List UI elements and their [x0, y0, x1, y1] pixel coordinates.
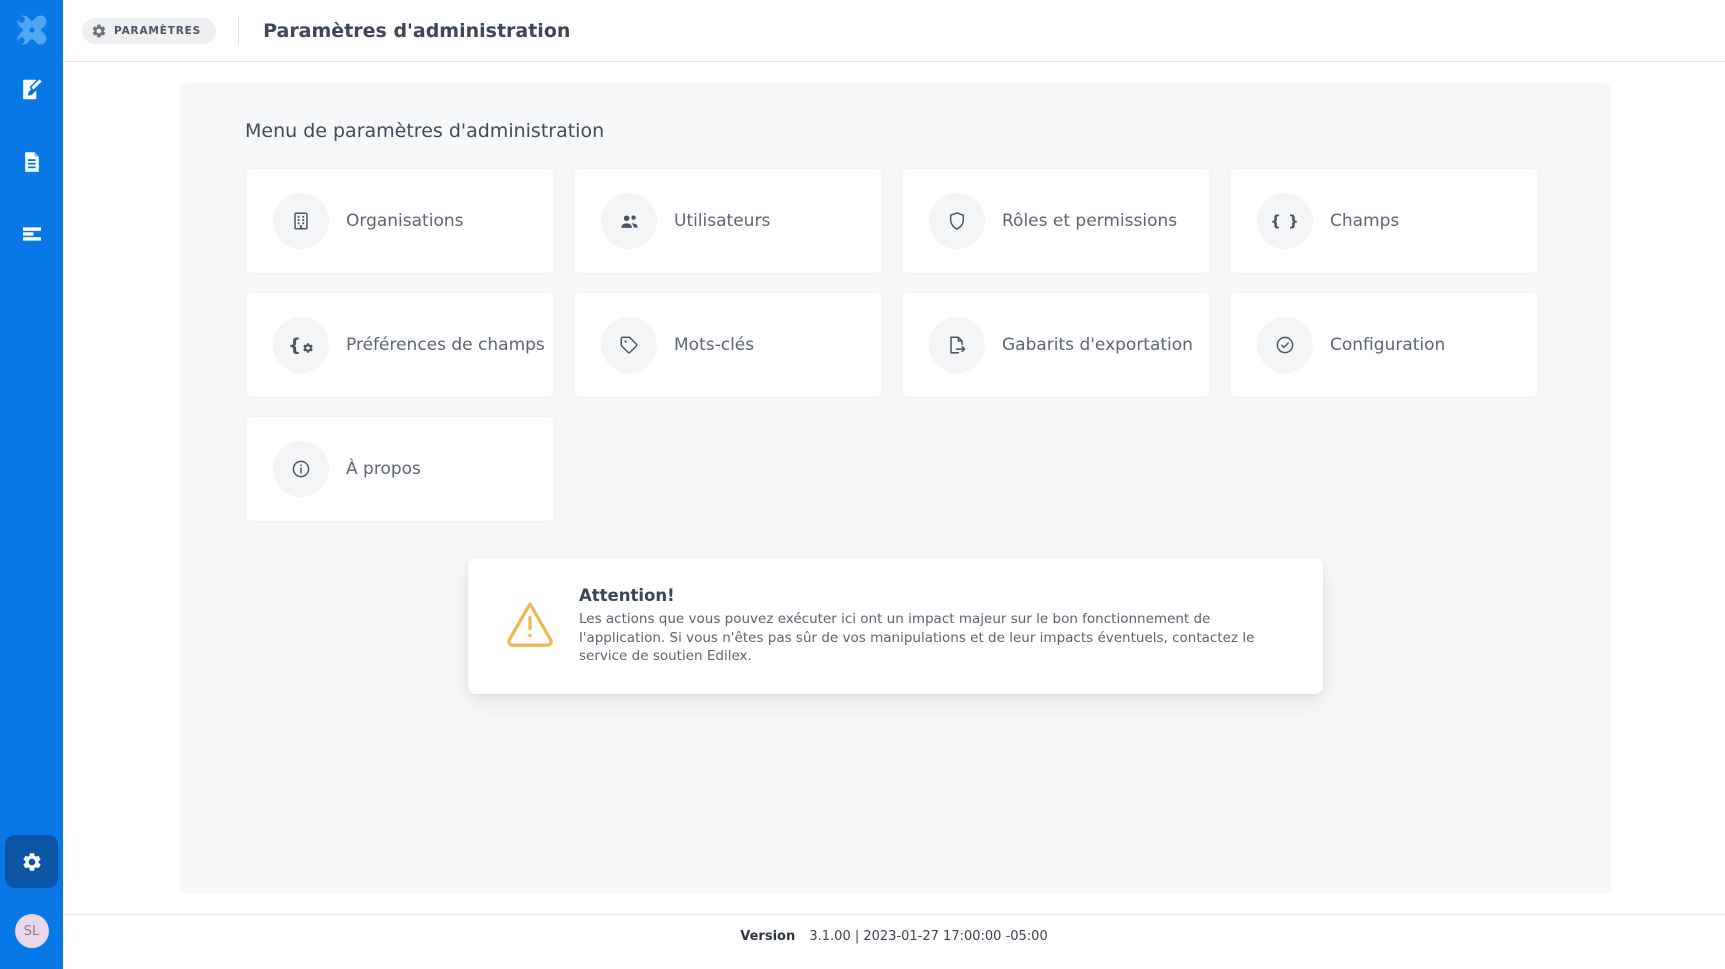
user-avatar[interactable]: SL	[15, 914, 49, 948]
main-area: PARAMÈTRES Paramètres d'administration M…	[63, 0, 1725, 969]
sidebar-item-documents[interactable]	[19, 149, 44, 174]
panel-heading: Menu de paramètres d'administration	[245, 120, 1546, 142]
sidebar-nav	[19, 77, 44, 246]
card-icon-circle	[273, 441, 329, 497]
card-preferences-de-champs[interactable]: { Préférences de champs	[245, 292, 555, 398]
gear-icon	[91, 23, 107, 39]
sidebar-item-settings-active[interactable]	[5, 835, 58, 888]
app-root: SL PARAMÈTRES Paramètres d'administratio…	[0, 0, 1725, 969]
gear-icon	[302, 342, 314, 354]
card-champs[interactable]: { } Champs	[1229, 168, 1539, 274]
braces-icon: { }	[1270, 212, 1300, 230]
sidebar-item-list[interactable]	[19, 221, 44, 246]
settings-menu-grid: Organisations Utilisateurs	[245, 168, 1546, 522]
warning-box: Attention! Les actions que vous pouvez e…	[468, 558, 1323, 694]
gear-icon	[21, 851, 43, 873]
breadcrumb[interactable]: PARAMÈTRES	[82, 18, 216, 44]
topbar: PARAMÈTRES Paramètres d'administration	[63, 0, 1725, 62]
braces-gear-icon: {	[288, 335, 314, 356]
version-label: Version	[740, 929, 795, 944]
card-label: Utilisateurs	[674, 211, 770, 231]
warning-text: Attention! Les actions que vous pouvez e…	[579, 586, 1283, 666]
document-lines-icon	[20, 150, 44, 174]
card-icon-circle	[929, 193, 985, 249]
card-icon-circle	[929, 317, 985, 373]
building-icon	[290, 210, 312, 232]
card-icon-circle: {	[273, 317, 329, 373]
card-label: Mots-clés	[674, 335, 754, 355]
footer: Version 3.1.00 | 2023-01-27 17:00:00 -05…	[63, 915, 1725, 944]
card-mots-cles[interactable]: Mots-clés	[573, 292, 883, 398]
sidebar-item-redaction[interactable]	[19, 77, 44, 102]
card-configuration[interactable]: Configuration	[1229, 292, 1539, 398]
card-label: Rôles et permissions	[1002, 211, 1177, 231]
card-label: Préférences de champs	[346, 335, 545, 355]
avatar-initials: SL	[24, 924, 40, 939]
card-label: Champs	[1330, 211, 1399, 231]
edilex-logo-icon	[11, 9, 53, 51]
admin-settings-panel: Menu de paramètres d'administration	[180, 83, 1611, 894]
warning-icon-wrap	[504, 599, 556, 653]
card-gabarits-exportation[interactable]: Gabarits d'exportation	[901, 292, 1211, 398]
card-icon-circle	[601, 317, 657, 373]
page-title: Paramètres d'administration	[263, 20, 570, 42]
card-organisations[interactable]: Organisations	[245, 168, 555, 274]
card-icon-circle: { }	[1257, 193, 1313, 249]
version-value: 3.1.00 | 2023-01-27 17:00:00 -05:00	[809, 929, 1047, 944]
topbar-divider	[238, 16, 239, 46]
info-circle-icon	[290, 458, 312, 480]
export-document-icon	[946, 334, 968, 356]
card-icon-circle	[273, 193, 329, 249]
card-roles-permissions[interactable]: Rôles et permissions	[901, 168, 1211, 274]
card-label: À propos	[346, 459, 421, 479]
edit-document-icon	[19, 77, 44, 102]
text-lines-icon	[20, 222, 44, 246]
card-utilisateurs[interactable]: Utilisateurs	[573, 168, 883, 274]
check-circle-icon	[1274, 334, 1296, 356]
breadcrumb-label: PARAMÈTRES	[114, 25, 201, 37]
tag-icon	[618, 334, 640, 356]
card-icon-circle	[1257, 317, 1313, 373]
edilex-logo[interactable]	[11, 9, 53, 51]
users-icon	[618, 210, 641, 233]
brace-glyph: {	[288, 335, 301, 356]
shield-icon	[946, 210, 968, 232]
card-label: Organisations	[346, 211, 463, 231]
warning-body: Les actions que vous pouvez exécuter ici…	[579, 610, 1283, 666]
warning-triangle-icon	[504, 599, 556, 649]
warning-title: Attention!	[579, 586, 1283, 605]
sidebar: SL	[0, 0, 63, 969]
card-label: Gabarits d'exportation	[1002, 335, 1193, 355]
card-icon-circle	[601, 193, 657, 249]
card-label: Configuration	[1330, 335, 1445, 355]
card-a-propos[interactable]: À propos	[245, 416, 555, 522]
